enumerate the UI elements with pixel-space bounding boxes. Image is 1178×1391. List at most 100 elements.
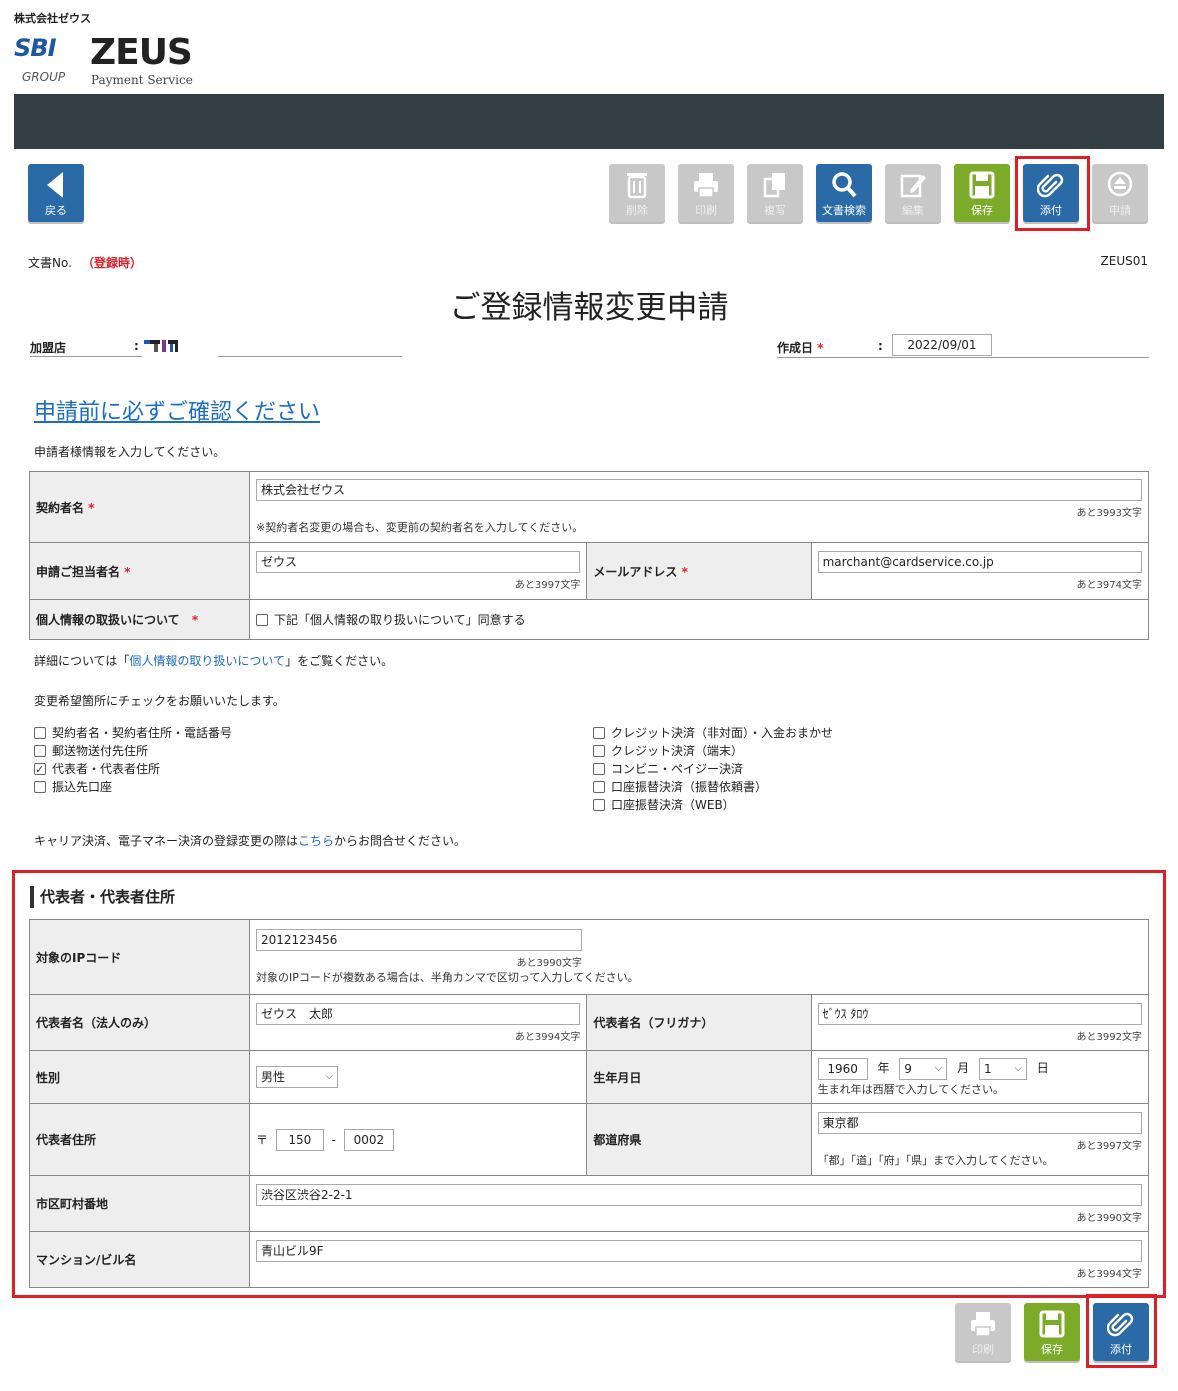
ip-code-textarea[interactable]: 2012123456 [256,929,582,951]
building-input[interactable]: 青山ビル9F [256,1239,1142,1262]
birth-day-select[interactable]: 1 ⌵ [978,1057,1027,1080]
save-icon [969,171,995,199]
change-option-checkbox[interactable] [593,745,605,757]
postal-mark: 〒 [256,1132,269,1147]
back-button[interactable]: 戻る [28,164,84,222]
ip-code-label: 対象のIPコード [29,919,250,995]
change-option-checkbox[interactable] [34,727,46,739]
year-unit: 年 [877,1061,890,1075]
privacy-cell: 下記「個人情報の取り扱いについて」同意する [249,599,1149,640]
contact-count: あと3997文字 [514,580,581,591]
prefecture-label: 都道府県 [586,1103,812,1176]
zeus-logo: SBI GROUP ZEUS Payment Service [14,32,194,92]
rep-kana-count: あと3992文字 [1076,1031,1142,1043]
check-request-text: 変更希望箇所にチェックをお願いいたします。 [34,694,285,708]
privacy-agree-checkbox[interactable] [256,614,268,626]
city-count: あと3990文字 [1076,1212,1142,1224]
ip-code-note: 対象のIPコードが複数ある場合は、半角カンマで区切って入力してください。 [256,971,639,984]
edit-label: 編集 [902,204,924,217]
change-option-checkbox[interactable] [34,781,46,793]
sbi-logo-text: SBI [14,34,57,62]
print-button-bottom[interactable]: 印刷 [955,1303,1011,1361]
change-option-checkbox[interactable] [593,727,605,739]
created-date-field[interactable]: 2022/09/01 [892,334,992,356]
city-input[interactable]: 渋谷区渋谷2-2-1 [256,1183,1142,1206]
birth-year-input[interactable]: 1960 [817,1057,868,1080]
print-button-top[interactable]: 印刷 [678,164,734,222]
change-option[interactable]: コンビニ・ペイジー決済 [593,760,833,778]
confirm-before-apply-link[interactable]: 申請前に必ずご確認ください [34,394,320,426]
edit-button[interactable]: 編集 [885,164,941,222]
building-label: マンション/ビル名 [29,1231,250,1288]
store-label-underline [30,356,142,357]
store-label: 加盟店 [30,341,67,355]
change-option-checkbox[interactable] [593,799,605,811]
change-option[interactable]: クレジット決済（端末） [593,742,833,760]
printer-icon [694,173,718,198]
city-label: 市区町村番地 [29,1175,250,1232]
apply-button[interactable]: 申請 [1092,164,1148,222]
document-search-button[interactable]: 文書検索 [816,164,872,222]
change-option[interactable]: 代表者・代表者住所 [34,760,232,779]
chevron-down-icon: ⌵ [934,1062,943,1074]
prefecture-note: 「都」「道」「府」「県」まで入力してください。 [817,1153,1054,1167]
save-label: 保存 [1041,1343,1063,1356]
attach-highlight-bottom [1086,1294,1157,1368]
address-row: 代表者住所 〒 150 - 0002 都道府県 東京都 あと3997文字 「都」… [29,1103,1150,1176]
month-unit: 月 [957,1061,970,1075]
document-number-value: （登録時） [81,256,142,270]
save-button-top[interactable]: 保存 [954,164,1010,222]
contract-name-input[interactable]: 株式会社ゼウス [256,479,1142,501]
rep-name-cell: ゼウス 太郎 あと3994文字 [248,994,588,1051]
postal-dash: - [331,1132,337,1147]
email-input[interactable]: marchant@cardservice.co.jp [817,551,1142,573]
carrier-note: キャリア決済、電子マネー決済の登録変更の際はこちらからお問合せください。 [34,834,467,848]
change-option[interactable]: 郵送物送付先住所 [34,742,232,760]
email-count: あと3974文字 [1076,580,1142,591]
change-option-checkbox[interactable] [34,761,46,779]
address-label: 代表者住所 [29,1103,250,1176]
gender-label: 性別 [29,1050,250,1104]
eject-icon [1107,171,1133,197]
chevron-down-icon: ⌵ [1014,1062,1022,1074]
gender-select[interactable]: 男性 ⌵ [256,1066,338,1088]
postal-code-2-input[interactable]: 0002 [343,1128,394,1151]
rep-kana-input[interactable]: ｾﾞｳｽ ﾀﾛｳ [817,1002,1142,1025]
change-option[interactable]: クレジット決済（非対面）・入金おまかせ [593,724,833,742]
contact-cell: ゼウス あと3997文字 [248,542,588,600]
change-option[interactable]: 口座振替決済（振替依頼書） [593,778,833,796]
delete-button[interactable]: 削除 [609,164,665,222]
save-button-bottom[interactable]: 保存 [1024,1303,1080,1361]
required-mark: * [817,341,824,355]
change-options-right: クレジット決済（非対面）・入金おまかせ クレジット決済（端末） コンビニ・ペイジ… [593,724,833,814]
document-number: 文書No. （登録時） [28,254,142,271]
change-option-checkbox[interactable] [593,781,605,793]
print-label: 印刷 [972,1343,994,1356]
prefecture-input[interactable]: 東京都 [817,1111,1142,1134]
postal-code-1-input[interactable]: 150 [275,1128,324,1151]
print-label: 印刷 [695,204,717,217]
email-label: メールアドレス * [586,542,812,600]
copy-button[interactable]: 複写 [747,164,803,222]
contract-name-cell: 株式会社ゼウス あと3993文字 ※契約者名変更の場合も、変更前の契約者名を入力… [249,471,1149,543]
copy-icon [763,173,785,198]
change-option-checkbox[interactable] [34,745,46,757]
created-colon: : [878,339,883,353]
group-logo-text: GROUP [22,70,66,84]
change-option[interactable]: 振込先口座 [34,778,232,796]
contact-input[interactable]: ゼウス [256,551,580,573]
created-label-text: 作成日 [777,341,814,355]
carrier-contact-link[interactable]: こちら [298,834,334,848]
rep-name-count: あと3994文字 [514,1031,581,1043]
change-option[interactable]: 契約者名・契約者住所・電話番号 [34,724,232,742]
prefecture-count: あと3997文字 [1076,1140,1142,1152]
representative-table: 対象のIPコード 2012123456 あと3990文字 対象のIPコードが複数… [29,919,1150,1288]
postal-cell: 〒 150 - 0002 [248,1103,588,1176]
birth-month-select[interactable]: 9 ⌵ [899,1057,948,1080]
privacy-policy-link[interactable]: 個人情報の取り扱いについて [129,654,285,668]
change-option[interactable]: 口座振替決済（WEB） [593,796,833,814]
rep-name-input[interactable]: ゼウス 太郎 [256,1002,580,1025]
search-icon [832,172,857,198]
privacy-label: 個人情報の取扱いについて * [29,599,250,640]
change-option-checkbox[interactable] [593,763,605,775]
